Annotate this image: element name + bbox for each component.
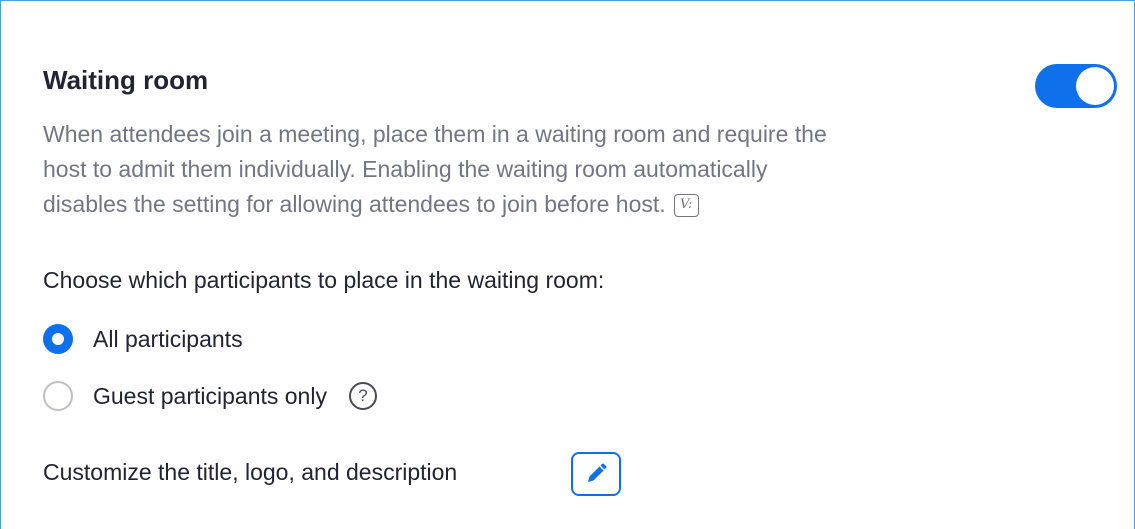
description-line-3-wrap: disables the setting for allowing attend… bbox=[43, 187, 1003, 222]
waiting-room-toggle[interactable] bbox=[1035, 64, 1117, 108]
radio-option-all-participants[interactable]: All participants bbox=[43, 324, 243, 354]
setting-description: When attendees join a meeting, place the… bbox=[43, 117, 1003, 222]
description-line-3: disables the setting for allowing attend… bbox=[43, 191, 666, 217]
toggle-knob bbox=[1076, 67, 1114, 105]
radio-label-all-participants: All participants bbox=[93, 325, 243, 352]
description-line-2: host to admit them individually. Enablin… bbox=[43, 156, 768, 182]
waiting-room-setting-panel: Waiting room When attendees join a meeti… bbox=[0, 0, 1135, 529]
radio-option-guest-participants[interactable]: Guest participants only ? bbox=[43, 381, 377, 411]
participants-label: Choose which participants to place in th… bbox=[43, 267, 605, 293]
setting-title: Waiting room bbox=[43, 65, 209, 95]
edit-customize-button[interactable] bbox=[571, 452, 621, 496]
pencil-icon bbox=[588, 463, 607, 482]
radio-checked-icon[interactable] bbox=[43, 324, 73, 354]
description-line-1: When attendees join a meeting, place the… bbox=[43, 121, 827, 147]
vip-badge-icon: V: bbox=[673, 194, 699, 218]
customize-label: Customize the title, logo, and descripti… bbox=[43, 459, 458, 485]
help-icon[interactable]: ? bbox=[348, 382, 377, 410]
radio-unchecked-icon[interactable] bbox=[43, 381, 73, 411]
radio-label-guest-participants: Guest participants only bbox=[93, 382, 327, 409]
